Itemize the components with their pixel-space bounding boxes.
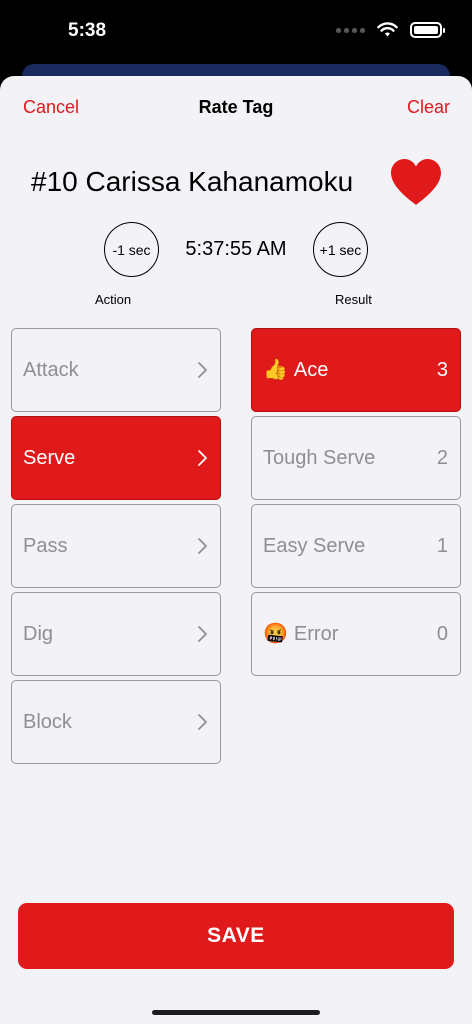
save-button[interactable]: SAVE xyxy=(18,903,454,969)
timer-row: -1 sec 5:37:55 AM +1 sec xyxy=(0,222,472,278)
action-tile-serve[interactable]: Serve xyxy=(11,416,221,500)
page-title: Rate Tag xyxy=(198,97,274,117)
result-tile-ace[interactable]: 👍 Ace 3 xyxy=(251,328,461,412)
result-count: 0 xyxy=(436,622,448,645)
thumbs-up-icon: 👍 xyxy=(263,359,288,381)
action-tile-pass[interactable]: Pass xyxy=(11,504,221,588)
action-tile-dig[interactable]: Dig xyxy=(11,592,221,676)
result-tile-tough-serve[interactable]: Tough Serve 2 xyxy=(251,416,461,500)
status-bar: 5:38 xyxy=(0,0,472,64)
heart-icon[interactable] xyxy=(389,158,443,206)
action-label: Dig xyxy=(23,622,54,645)
result-tile-easy-serve[interactable]: Easy Serve 1 xyxy=(251,504,461,588)
timestamp: 5:37:55 AM xyxy=(185,238,287,260)
result-tile-error[interactable]: 🤬 Error 0 xyxy=(251,592,461,676)
chevron-right-icon xyxy=(198,538,207,554)
chevron-right-icon xyxy=(198,362,207,378)
chevron-right-icon xyxy=(198,450,207,466)
action-tile-block[interactable]: Block xyxy=(11,680,221,764)
action-label: Block xyxy=(23,710,72,733)
result-column-label: Result xyxy=(335,292,372,307)
battery-icon xyxy=(410,22,445,38)
home-indicator xyxy=(152,1010,320,1015)
result-count: 3 xyxy=(436,358,448,381)
cellular-signal-icon xyxy=(336,27,365,33)
result-count: 2 xyxy=(436,446,448,469)
result-label: Tough Serve xyxy=(263,446,376,469)
result-count: 1 xyxy=(436,534,448,557)
status-icons xyxy=(336,22,445,38)
nav-bar: Cancel Rate Tag Clear xyxy=(0,76,472,138)
chevron-right-icon xyxy=(198,626,207,642)
action-tile-attack[interactable]: Attack xyxy=(11,328,221,412)
angry-face-icon: 🤬 xyxy=(263,623,288,645)
result-label: Ace xyxy=(293,358,329,381)
player-name: #10 Carissa Kahanamoku xyxy=(31,166,354,197)
action-label: Pass xyxy=(23,534,68,557)
plus-one-second-button[interactable]: +1 sec xyxy=(313,222,368,277)
chevron-right-icon xyxy=(198,714,207,730)
status-time: 5:38 xyxy=(68,20,107,41)
wifi-icon xyxy=(377,22,398,37)
rate-tag-sheet: Cancel Rate Tag Clear #10 Carissa Kahana… xyxy=(0,76,472,1024)
result-label: Easy Serve xyxy=(263,534,366,557)
result-label: Error xyxy=(293,622,339,645)
clear-button[interactable]: Clear xyxy=(407,97,450,118)
action-label: Serve xyxy=(23,446,76,469)
action-column-label: Action xyxy=(95,292,132,307)
action-label: Attack xyxy=(23,358,79,381)
